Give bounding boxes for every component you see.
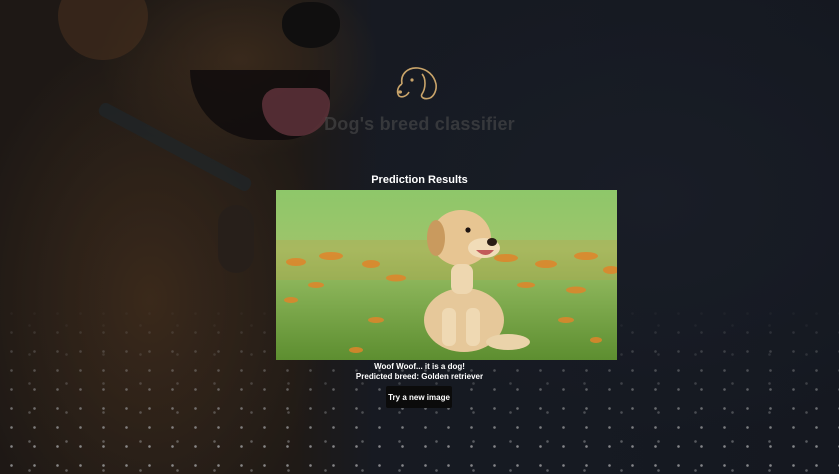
dog-head-icon: [392, 62, 444, 104]
results-title: Prediction Results: [371, 174, 468, 186]
app-title: Dog's breed classifier: [324, 114, 515, 134]
try-new-image-button[interactable]: Try a new image: [386, 386, 452, 408]
result-message: Woof Woof... it is a dog!: [374, 362, 465, 371]
uploaded-dog-image: [276, 190, 617, 360]
predicted-breed: Predicted breed: Golden retriever: [355, 372, 484, 381]
